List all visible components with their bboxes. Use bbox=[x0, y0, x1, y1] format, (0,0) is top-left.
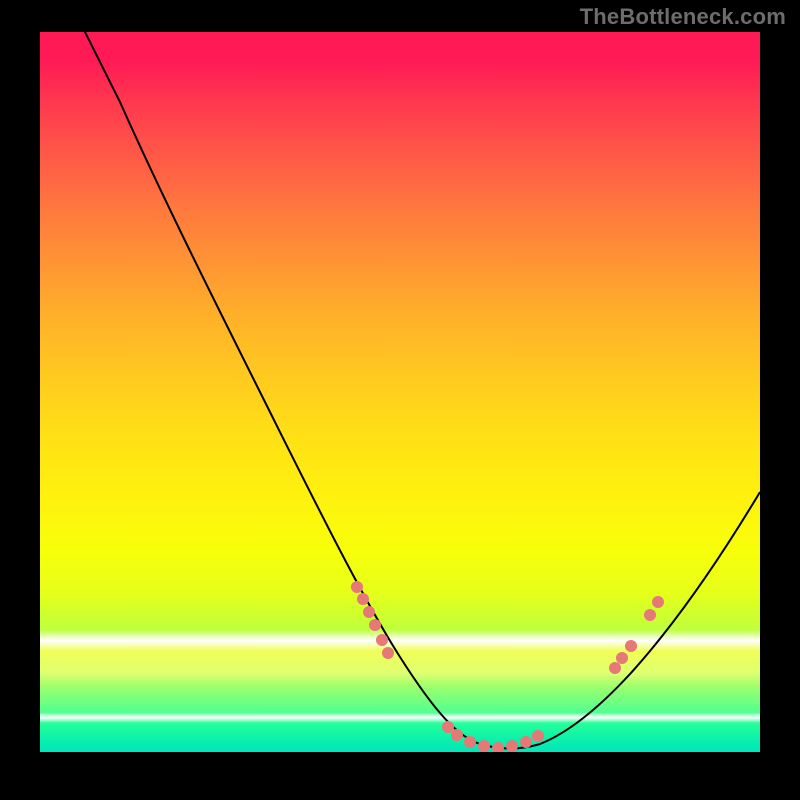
chart-container: TheBottleneck.com bbox=[0, 0, 800, 800]
watermark-text: TheBottleneck.com bbox=[580, 4, 786, 30]
curve-markers bbox=[351, 581, 664, 752]
bottleneck-curve bbox=[55, 32, 760, 749]
chart-svg bbox=[40, 32, 760, 752]
plot-area bbox=[40, 32, 760, 752]
